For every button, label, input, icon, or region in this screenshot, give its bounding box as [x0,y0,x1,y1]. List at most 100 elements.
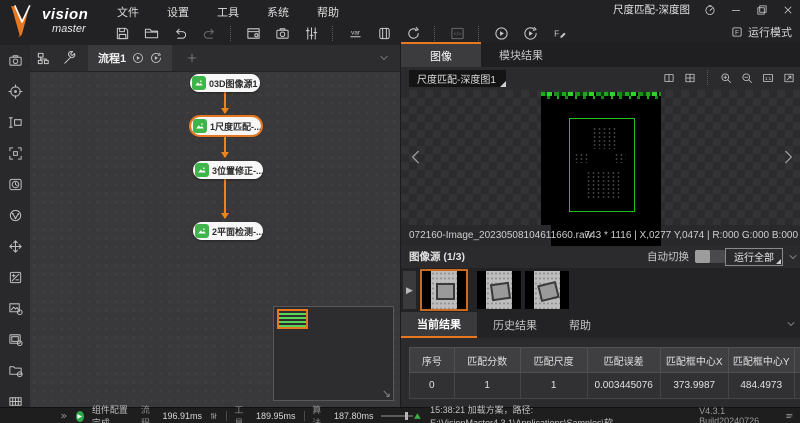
script-button[interactable] [447,24,467,44]
format-edit-button[interactable] [549,24,569,44]
deep-learning-sphere-icon[interactable] [0,200,30,231]
cell-center-y: 484.4973 [728,373,794,399]
toolbar-separator [230,26,232,41]
flow-connector [224,179,226,218]
minimap-resize-handle[interactable]: ↘ [382,387,391,400]
menu-bar: 文件 设置 工具 系统 帮助 [115,3,341,21]
fit-view-icon[interactable] [783,72,795,84]
prev-image-chevron-icon[interactable] [407,148,425,166]
flow-hierarchy-icon[interactable] [30,45,56,71]
run-all-button[interactable]: 运行全部 [725,248,783,266]
zoom-in-icon[interactable] [720,72,732,84]
viewer-toolbar-separator [707,70,709,85]
minimize-button[interactable] [730,4,742,16]
node-plane-detect[interactable]: 2平面检测-... [193,222,263,240]
flow-canvas[interactable]: 03D图像源1 1尺度匹配-... 3位置修正-... 2平面检测-... ↘ [30,72,400,407]
tab-module-result[interactable]: 模块结果 [481,42,561,67]
result-data-row[interactable]: 0 1 1 0.003445076 373.9987 484.4973 657.… [410,373,800,399]
image-source-node-icon [192,76,206,90]
parameter-panel-button[interactable] [301,24,321,44]
status-bar: ▶ 组件配置完成 流程 196.91ms 工具 189.95ms 算法 187.… [0,407,800,423]
measure-tool-icon[interactable] [0,107,30,138]
communication-button[interactable] [403,24,423,44]
slider-handle[interactable] [405,412,408,420]
acquisition-camera-icon[interactable] [0,45,30,76]
thumbnail-strip: ▶ [401,268,800,312]
flow-minimap[interactable]: ↘ [273,306,394,401]
scale-match-node-icon [193,119,207,133]
algo-time-value: 187.80ms [334,411,374,421]
tab-history-result[interactable]: 历史结果 [477,312,553,338]
run-continuous-button[interactable] [520,24,540,44]
quad-view-icon[interactable] [684,72,696,84]
location-target-icon[interactable] [0,76,30,107]
node-scale-match[interactable]: 1尺度匹配-... [191,117,261,135]
menu-tools[interactable]: 工具 [215,3,241,21]
node-position-fix[interactable]: 3位置修正-... [193,161,263,179]
run-mode-control[interactable]: 运行模式 [731,24,792,40]
thumbnail-prev-button[interactable]: ▶ [403,271,416,309]
window-config-icon[interactable] [0,324,30,355]
menu-settings[interactable]: 设置 [165,3,191,21]
folder-config-icon[interactable] [0,355,30,386]
split-view-icon[interactable] [663,72,675,84]
flow-tab-label: 流程1 [98,50,126,66]
logic-move-icon[interactable] [0,231,30,262]
thumbnail-2[interactable] [477,271,521,309]
save-solution-button[interactable] [112,24,132,44]
image-processing-icon[interactable] [0,293,30,324]
minimap-viewport[interactable] [277,309,308,329]
flow-run-loop-icon[interactable] [150,52,162,64]
flow-run-once-icon[interactable] [132,52,144,64]
global-variable-button[interactable] [345,24,365,44]
teach-window-button[interactable] [243,24,263,44]
run-all-label: 运行全部 [734,249,774,264]
version-label: V4.3.1 Build20240726 [699,406,777,423]
menu-help[interactable]: 帮助 [315,3,341,21]
add-flow-button[interactable] [186,52,198,64]
close-button[interactable] [782,4,794,16]
result-tab-chevron-down-icon[interactable] [785,318,797,330]
expand-sidebar-icon[interactable] [60,411,68,421]
flow-tab[interactable]: 流程1 [88,45,172,71]
image-viewer[interactable] [401,90,800,225]
undo-button[interactable] [170,24,190,44]
io-card-button[interactable] [374,24,394,44]
node-3d-image-source[interactable]: 03D图像源1 [190,74,260,92]
open-solution-button[interactable] [141,24,161,44]
thumbnail-1[interactable] [422,271,466,309]
flow-settings-wrench-icon[interactable] [56,45,82,71]
result-table-wrapper: 序号 匹配分数 匹配尺度 匹配误差 匹配框中心X 匹配框中心Y 匹配框宽度 0 … [409,347,800,399]
result-panel: 图像 模块结果 尺度匹配-深度图1 [400,42,800,407]
cell-index: 0 [410,373,455,399]
one-to-one-icon[interactable] [762,72,774,84]
zoom-out-icon[interactable] [741,72,753,84]
auto-switch-toggle[interactable] [695,250,725,263]
redo-button[interactable] [199,24,219,44]
menu-file[interactable]: 文件 [115,3,141,21]
display-source-select[interactable]: 尺度匹配-深度图1 [409,70,506,87]
logo-v-icon [8,4,38,38]
tab-image[interactable]: 图像 [401,42,481,67]
flow-time-chart-icon [210,411,218,421]
recognition-brackets-icon[interactable] [0,138,30,169]
source-row-chevron-down-icon[interactable] [787,251,799,263]
image-source-row: 图像源 (1/3) 自动切换 运行全部 [401,246,800,267]
camera-manager-button[interactable] [272,24,292,44]
restore-button[interactable] [756,4,768,16]
tool-sidebar [0,45,31,407]
tab-current-result[interactable]: 当前结果 [401,312,477,338]
speed-slider[interactable] [381,415,413,417]
runtime-gauge-icon[interactable] [704,4,716,16]
calibration-clock-icon[interactable] [0,169,30,200]
calculator-icon[interactable] [0,262,30,293]
thumbnail-3[interactable] [525,271,569,309]
flow-header-chevron-down-icon[interactable] [378,52,390,64]
run-once-button[interactable] [491,24,511,44]
tab-help[interactable]: 帮助 [553,312,607,338]
log-list-icon[interactable] [785,411,794,421]
menu-system[interactable]: 系统 [265,3,291,21]
image-info-bar: 072160-Image_20230508104611660.raw 743 *… [401,225,800,246]
visionmaster-window: vision master 文件 设置 工具 系统 帮助 尺度匹配-深度图 [0,0,800,423]
next-image-chevron-icon[interactable] [779,148,797,166]
